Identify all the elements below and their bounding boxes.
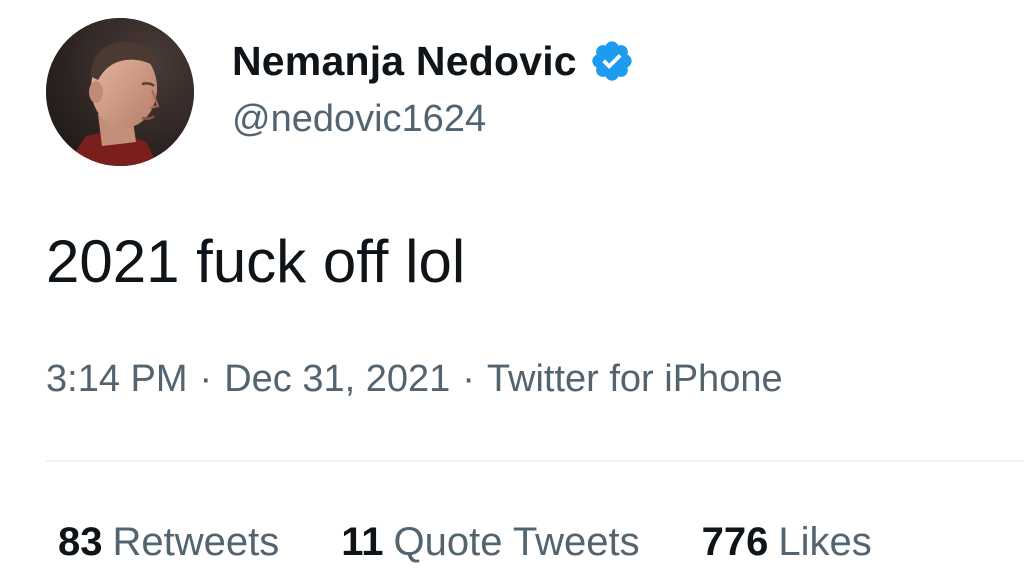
quote-tweets-label: Quote Tweets: [393, 520, 640, 564]
verified-badge-icon: [589, 38, 635, 84]
tweet-text: 2021 fuck off lol: [46, 228, 466, 295]
retweets-count: 83: [58, 520, 103, 564]
engagement-stats: 83 Retweets 11 Quote Tweets 776 Likes: [58, 520, 872, 565]
divider: [46, 460, 1024, 462]
likes-label: Likes: [778, 520, 872, 564]
likes-stat[interactable]: 776 Likes: [702, 520, 872, 565]
meta-separator: ·: [199, 358, 213, 400]
tweet-metadata: 3:14 PM · Dec 31, 2021 · Twitter for iPh…: [46, 358, 783, 401]
avatar-photo: [46, 18, 194, 166]
author-handle[interactable]: @nedovic1624: [232, 98, 486, 141]
author-name-row[interactable]: Nemanja Nedovic: [232, 34, 635, 88]
author-display-name[interactable]: Nemanja Nedovic: [232, 38, 577, 85]
quote-tweets-count: 11: [341, 520, 384, 564]
likes-count: 776: [701, 520, 769, 564]
retweets-label: Retweets: [112, 520, 280, 564]
tweet-date[interactable]: Dec 31, 2021: [224, 358, 450, 401]
tweet-time[interactable]: 3:14 PM: [46, 358, 188, 401]
meta-separator: ·: [462, 358, 475, 400]
quote-tweets-stat[interactable]: 11 Quote Tweets: [341, 520, 639, 565]
avatar[interactable]: [46, 18, 194, 166]
retweets-stat[interactable]: 83 Retweets: [58, 520, 279, 565]
tweet-source[interactable]: Twitter for iPhone: [487, 358, 783, 401]
